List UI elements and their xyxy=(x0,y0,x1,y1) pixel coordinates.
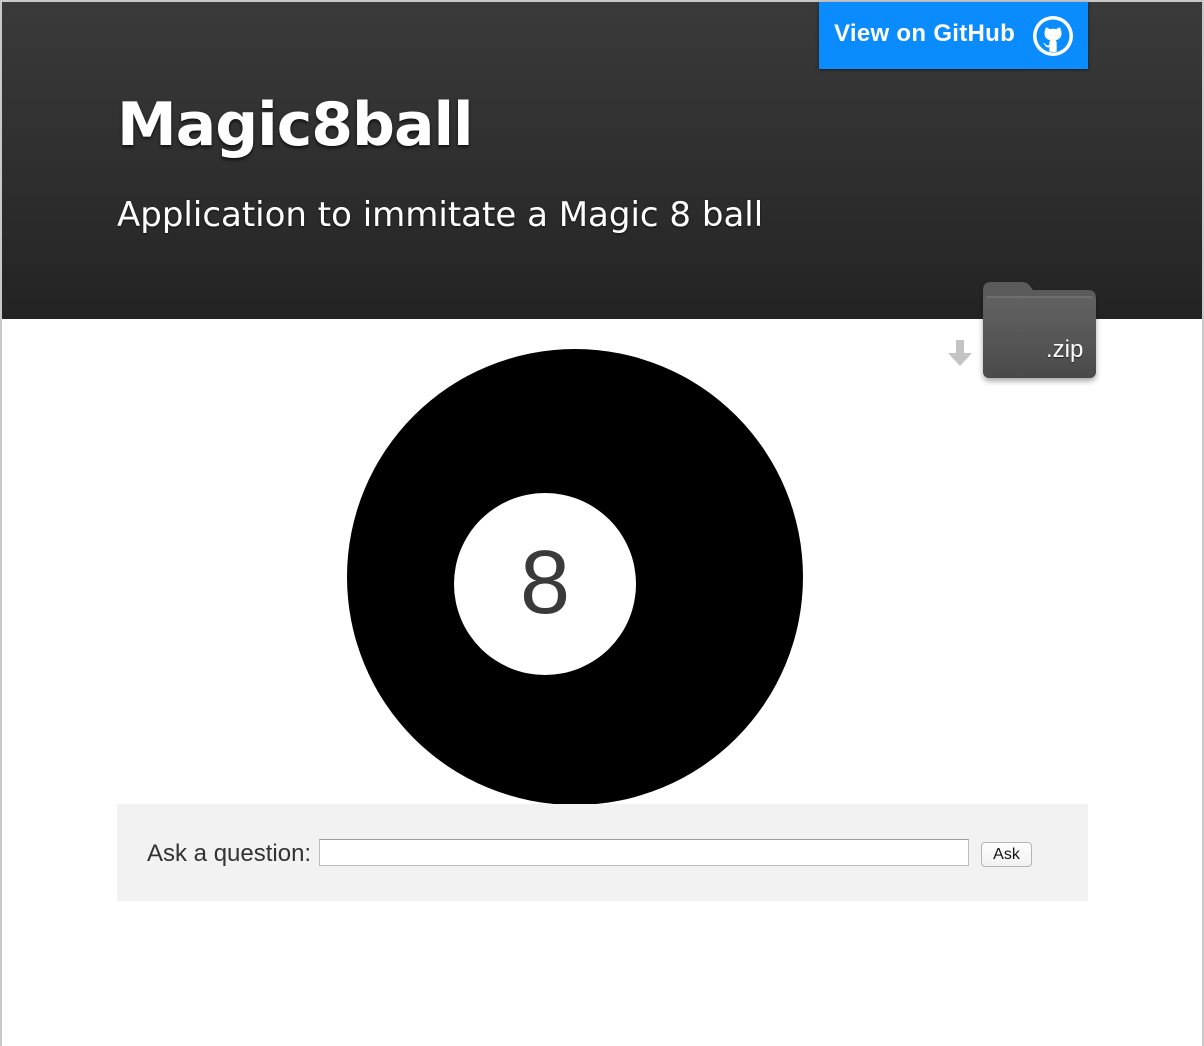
download-arrow-icon xyxy=(948,340,972,366)
question-form: Ask a question: Ask xyxy=(117,804,1088,901)
ball-number: 8 xyxy=(519,533,571,633)
page: View on GitHub Magic8ball Application to… xyxy=(0,0,1204,1046)
download-zip-button[interactable]: .zip xyxy=(942,274,1102,386)
site-header: View on GitHub Magic8ball Application to… xyxy=(2,2,1202,319)
zip-label: .zip xyxy=(1046,336,1084,363)
page-title: Magic8ball xyxy=(117,90,474,160)
ask-button[interactable]: Ask xyxy=(981,842,1032,867)
page-subtitle: Application to immitate a Magic 8 ball xyxy=(117,195,764,235)
folder-icon xyxy=(983,282,1096,378)
view-on-github-label: View on GitHub xyxy=(834,20,1016,47)
question-label: Ask a question: xyxy=(147,840,312,867)
view-on-github-button[interactable]: View on GitHub xyxy=(819,2,1088,69)
github-octocat-icon xyxy=(1033,16,1073,56)
question-input[interactable] xyxy=(319,839,969,866)
